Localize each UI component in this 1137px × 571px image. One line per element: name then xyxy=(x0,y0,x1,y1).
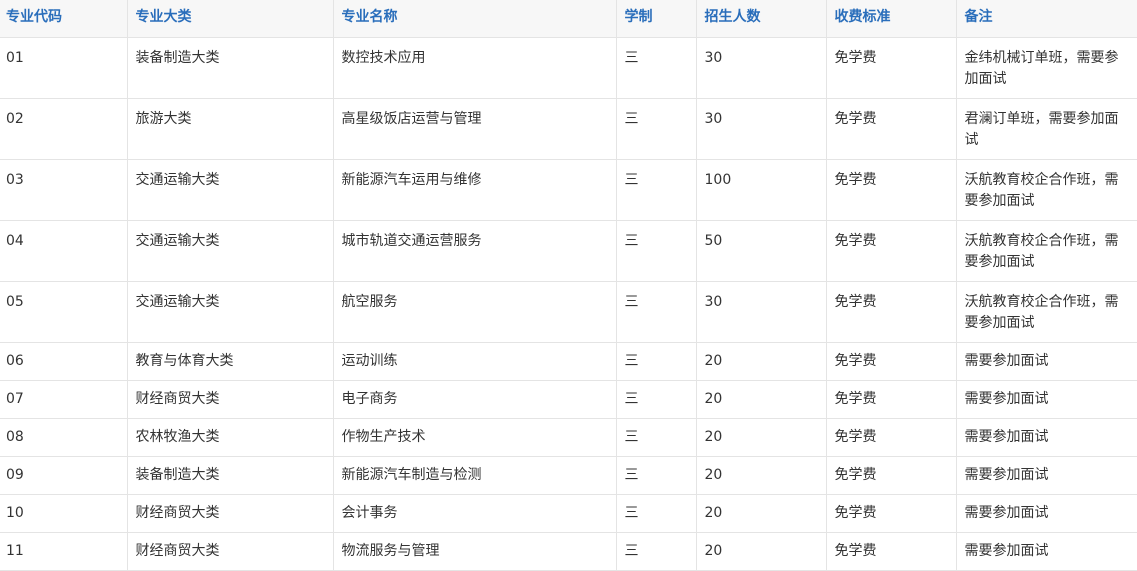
cell-duration: 三 xyxy=(615,98,697,160)
cell-duration: 三 xyxy=(615,380,697,419)
header-major-code: 专业代码 xyxy=(0,0,128,38)
cell-major-category: 装备制造大类 xyxy=(126,456,334,495)
cell-remarks: 需要参加面试 xyxy=(955,342,1137,381)
cell-duration: 三 xyxy=(615,37,697,99)
cell-enrollment: 20 xyxy=(695,494,827,533)
cell-remarks: 沃航教育校企合作班，需要参加面试 xyxy=(955,281,1137,343)
table-row: 06 教育与体育大类 运动训练 三 20 免学费 需要参加面试 xyxy=(0,342,1137,381)
cell-remarks: 金纬机械订单班，需要参加面试 xyxy=(955,37,1137,99)
cell-enrollment: 20 xyxy=(695,532,827,571)
header-remarks: 备注 xyxy=(955,0,1137,38)
cell-major-category: 旅游大类 xyxy=(126,98,334,160)
table-row: 02 旅游大类 高星级饭店运营与管理 三 30 免学费 君澜订单班，需要参加面试 xyxy=(0,98,1137,160)
cell-enrollment: 20 xyxy=(695,418,827,457)
cell-major-category: 交通运输大类 xyxy=(126,220,334,282)
cell-fee: 免学费 xyxy=(825,37,957,99)
cell-major-code: 11 xyxy=(0,532,128,571)
cell-enrollment: 20 xyxy=(695,342,827,381)
cell-duration: 三 xyxy=(615,418,697,457)
cell-major-code: 03 xyxy=(0,159,128,221)
cell-fee: 免学费 xyxy=(825,494,957,533)
cell-major-code: 06 xyxy=(0,342,128,381)
cell-fee: 免学费 xyxy=(825,418,957,457)
cell-major-code: 10 xyxy=(0,494,128,533)
header-enrollment: 招生人数 xyxy=(695,0,827,38)
cell-enrollment: 50 xyxy=(695,220,827,282)
cell-duration: 三 xyxy=(615,342,697,381)
header-major-category: 专业大类 xyxy=(126,0,334,38)
cell-major-name: 高星级饭店运营与管理 xyxy=(332,98,617,160)
cell-enrollment: 30 xyxy=(695,281,827,343)
cell-fee: 免学费 xyxy=(825,281,957,343)
table-row: 10 财经商贸大类 会计事务 三 20 免学费 需要参加面试 xyxy=(0,494,1137,533)
cell-enrollment: 20 xyxy=(695,456,827,495)
cell-major-code: 02 xyxy=(0,98,128,160)
cell-major-category: 教育与体育大类 xyxy=(126,342,334,381)
cell-major-category: 交通运输大类 xyxy=(126,159,334,221)
table-row: 07 财经商贸大类 电子商务 三 20 免学费 需要参加面试 xyxy=(0,380,1137,419)
cell-major-name: 数控技术应用 xyxy=(332,37,617,99)
cell-major-category: 交通运输大类 xyxy=(126,281,334,343)
cell-major-code: 04 xyxy=(0,220,128,282)
cell-fee: 免学费 xyxy=(825,342,957,381)
cell-fee: 免学费 xyxy=(825,456,957,495)
cell-fee: 免学费 xyxy=(825,159,957,221)
cell-fee: 免学费 xyxy=(825,532,957,571)
cell-remarks: 需要参加面试 xyxy=(955,418,1137,457)
cell-remarks: 君澜订单班，需要参加面试 xyxy=(955,98,1137,160)
table-row: 01 装备制造大类 数控技术应用 三 30 免学费 金纬机械订单班，需要参加面试 xyxy=(0,37,1137,99)
cell-fee: 免学费 xyxy=(825,220,957,282)
cell-major-category: 农林牧渔大类 xyxy=(126,418,334,457)
cell-major-code: 08 xyxy=(0,418,128,457)
cell-major-code: 01 xyxy=(0,37,128,99)
cell-enrollment: 20 xyxy=(695,380,827,419)
cell-duration: 三 xyxy=(615,220,697,282)
cell-major-code: 09 xyxy=(0,456,128,495)
cell-enrollment: 30 xyxy=(695,37,827,99)
table-row: 05 交通运输大类 航空服务 三 30 免学费 沃航教育校企合作班，需要参加面试 xyxy=(0,281,1137,343)
enrollment-table: 专业代码 专业大类 专业名称 学制 招生人数 收费标准 备注 01 装备制造大类… xyxy=(0,0,1137,571)
table-row: 09 装备制造大类 新能源汽车制造与检测 三 20 免学费 需要参加面试 xyxy=(0,456,1137,495)
cell-remarks: 需要参加面试 xyxy=(955,494,1137,533)
header-major-name: 专业名称 xyxy=(332,0,617,38)
cell-fee: 免学费 xyxy=(825,98,957,160)
cell-major-category: 装备制造大类 xyxy=(126,37,334,99)
table-row: 11 财经商贸大类 物流服务与管理 三 20 免学费 需要参加面试 xyxy=(0,532,1137,571)
table-row: 03 交通运输大类 新能源汽车运用与维修 三 100 免学费 沃航教育校企合作班… xyxy=(0,159,1137,221)
cell-duration: 三 xyxy=(615,159,697,221)
cell-major-name: 物流服务与管理 xyxy=(332,532,617,571)
cell-remarks: 需要参加面试 xyxy=(955,532,1137,571)
cell-major-category: 财经商贸大类 xyxy=(126,380,334,419)
cell-major-name: 航空服务 xyxy=(332,281,617,343)
cell-fee: 免学费 xyxy=(825,380,957,419)
table-header-row: 专业代码 专业大类 专业名称 学制 招生人数 收费标准 备注 xyxy=(0,0,1137,38)
cell-major-code: 07 xyxy=(0,380,128,419)
cell-duration: 三 xyxy=(615,532,697,571)
cell-enrollment: 30 xyxy=(695,98,827,160)
cell-major-name: 作物生产技术 xyxy=(332,418,617,457)
cell-remarks: 需要参加面试 xyxy=(955,456,1137,495)
header-fee: 收费标准 xyxy=(825,0,957,38)
cell-remarks: 需要参加面试 xyxy=(955,380,1137,419)
cell-major-name: 会计事务 xyxy=(332,494,617,533)
cell-major-name: 运动训练 xyxy=(332,342,617,381)
cell-remarks: 沃航教育校企合作班，需要参加面试 xyxy=(955,220,1137,282)
cell-major-name: 新能源汽车制造与检测 xyxy=(332,456,617,495)
cell-duration: 三 xyxy=(615,494,697,533)
header-duration: 学制 xyxy=(615,0,697,38)
cell-major-name: 电子商务 xyxy=(332,380,617,419)
cell-duration: 三 xyxy=(615,456,697,495)
table-row: 04 交通运输大类 城市轨道交通运营服务 三 50 免学费 沃航教育校企合作班，… xyxy=(0,220,1137,282)
cell-remarks: 沃航教育校企合作班，需要参加面试 xyxy=(955,159,1137,221)
cell-major-name: 新能源汽车运用与维修 xyxy=(332,159,617,221)
cell-duration: 三 xyxy=(615,281,697,343)
cell-enrollment: 100 xyxy=(695,159,827,221)
cell-major-code: 05 xyxy=(0,281,128,343)
cell-major-name: 城市轨道交通运营服务 xyxy=(332,220,617,282)
cell-major-category: 财经商贸大类 xyxy=(126,494,334,533)
cell-major-category: 财经商贸大类 xyxy=(126,532,334,571)
table-row: 08 农林牧渔大类 作物生产技术 三 20 免学费 需要参加面试 xyxy=(0,418,1137,457)
